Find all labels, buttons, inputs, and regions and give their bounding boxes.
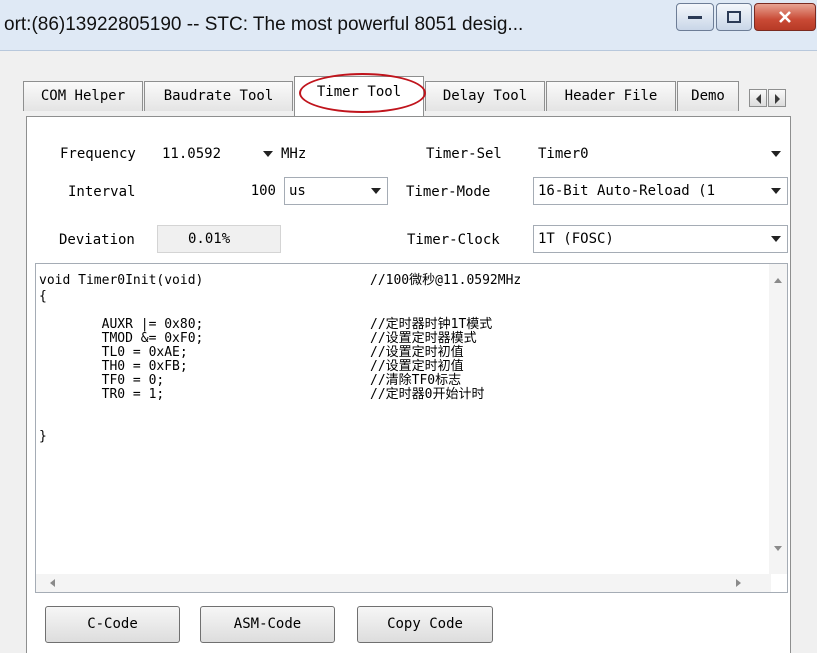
timer-mode-value: 16-Bit Auto-Reload (1: [538, 183, 716, 199]
frequency-value: 11.0592: [162, 146, 222, 162]
deviation-label: Deviation: [59, 232, 135, 248]
minimize-icon: [688, 16, 702, 19]
asm-code-button[interactable]: ASM-Code: [200, 606, 335, 643]
chevron-down-icon: [263, 151, 273, 157]
horizontal-scrollbar[interactable]: [36, 574, 771, 592]
interval-unit-select[interactable]: us: [284, 177, 388, 205]
close-icon: [779, 11, 791, 23]
scroll-down-icon: [774, 546, 782, 551]
code-line: TL0 = 0xAE;: [39, 345, 188, 360]
code-comment: //设置定时器模式: [370, 331, 477, 346]
code-line: {: [39, 289, 47, 304]
chevron-down-icon: [771, 188, 781, 194]
code-line: TR0 = 1;: [39, 387, 165, 402]
tab-header-file[interactable]: Header File: [546, 81, 676, 111]
code-line: TH0 = 0xFB;: [39, 359, 188, 374]
tab-timer-tool[interactable]: Timer Tool: [294, 76, 424, 117]
copy-code-button[interactable]: Copy Code: [357, 606, 493, 643]
code-line: void Timer0Init(void): [39, 273, 204, 288]
frequency-label: Frequency: [60, 146, 136, 162]
frequency-select[interactable]: 11.0592: [157, 140, 280, 168]
interval-label: Interval: [68, 184, 136, 200]
maximize-button[interactable]: [716, 3, 752, 31]
timer-mode-label: Timer-Mode: [406, 184, 491, 200]
timer-clock-select[interactable]: 1T (FOSC): [533, 225, 788, 253]
code-comment: //定时器时钟1T模式: [370, 317, 493, 332]
tab-scroll-left-button[interactable]: [749, 89, 767, 107]
tab-com-helper[interactable]: COM Helper: [23, 81, 143, 111]
deviation-value: 0.01%: [157, 225, 281, 253]
code-line: TMOD &= 0xF0;: [39, 331, 204, 346]
arrow-right-icon: [775, 94, 780, 104]
code-comment: //100微秒@11.0592MHz: [370, 273, 522, 288]
scroll-right-icon: [736, 579, 741, 587]
tab-delay-tool[interactable]: Delay Tool: [425, 81, 545, 111]
code-comment: //清除TF0标志: [370, 373, 462, 388]
code-comment: //定时器0开始计时: [370, 387, 485, 402]
minimize-button[interactable]: [676, 3, 714, 31]
timer-mode-select[interactable]: 16-Bit Auto-Reload (1: [533, 177, 788, 205]
frequency-unit: MHz: [281, 146, 307, 162]
code-output[interactable]: void Timer0Init(void) { AUXR |= 0x80; TM…: [35, 263, 788, 593]
timer-sel-label: Timer-Sel: [426, 146, 502, 162]
timer-sel-value: Timer0: [538, 146, 589, 162]
chevron-down-icon: [771, 236, 781, 242]
tab-demo[interactable]: Demo: [677, 81, 739, 111]
vertical-scrollbar[interactable]: [769, 264, 787, 574]
window-title: ort:(86)13922805190 -- STC: The most pow…: [4, 14, 524, 35]
timer-sel-select[interactable]: Timer0: [533, 140, 788, 168]
chevron-down-icon: [371, 188, 381, 194]
code-comment: //设置定时初值: [370, 359, 464, 374]
code-line: TF0 = 0;: [39, 373, 165, 388]
close-button[interactable]: [754, 3, 816, 31]
tab-scroll-right-button[interactable]: [768, 89, 786, 107]
code-comment: //设置定时初值: [370, 345, 464, 360]
tab-strip: COM Helper Baudrate Tool Timer Tool Dela…: [0, 76, 817, 117]
code-line: }: [39, 429, 47, 444]
title-bar: ort:(86)13922805190 -- STC: The most pow…: [0, 0, 817, 51]
scroll-left-icon: [50, 579, 55, 587]
chevron-down-icon: [771, 151, 781, 157]
tab-baudrate-tool[interactable]: Baudrate Tool: [144, 81, 293, 111]
timer-clock-label: Timer-Clock: [407, 232, 500, 248]
code-line: AUXR |= 0x80;: [39, 317, 204, 332]
scroll-up-icon: [774, 278, 782, 283]
interval-input[interactable]: 100: [157, 177, 281, 205]
c-code-button[interactable]: C-Code: [45, 606, 180, 643]
arrow-left-icon: [756, 94, 761, 104]
interval-unit-value: us: [289, 183, 306, 199]
maximize-icon: [727, 11, 741, 23]
timer-clock-value: 1T (FOSC): [538, 231, 614, 247]
